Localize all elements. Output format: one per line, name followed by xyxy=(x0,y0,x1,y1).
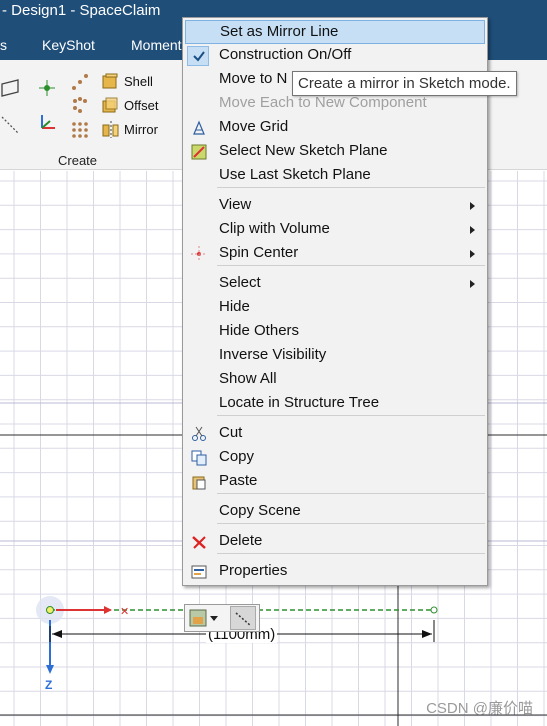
mini-toolbar xyxy=(184,604,260,632)
menu-item-label: View xyxy=(219,196,252,213)
context-menu: Set as Mirror Line Construction On/Off Mov… xyxy=(182,17,488,586)
menu-item-properties[interactable]: Properties xyxy=(185,560,485,584)
x-axis-mark: ✕ xyxy=(120,606,129,618)
menu-item-paste[interactable]: Paste xyxy=(185,470,485,494)
menu-item-clip-with-volume[interactable]: Clip with Volume xyxy=(185,218,485,242)
copy-icon xyxy=(191,450,207,466)
line-start-point[interactable] xyxy=(46,606,54,614)
menu-item-label: Move Grid xyxy=(219,118,289,135)
submenu-arrow-icon xyxy=(470,250,475,258)
menu-item-move-grid[interactable]: Move Grid xyxy=(185,116,485,140)
menu-item-inverse-visibility[interactable]: Inverse Visibility xyxy=(185,344,485,368)
menu-item-label: Hide xyxy=(219,298,250,315)
menu-item-label: Move to N xyxy=(219,70,288,87)
menu-item-copy[interactable]: Copy xyxy=(185,446,485,470)
menu-item-locate-in-structure-tree[interactable]: Locate in Structure Tree xyxy=(185,392,485,416)
menu-item-view[interactable]: View xyxy=(185,194,485,218)
spin-center-icon xyxy=(191,246,207,262)
z-axis-arrowhead xyxy=(46,665,54,674)
line-end-point[interactable] xyxy=(430,606,438,614)
menu-item-label: Delete xyxy=(219,532,263,549)
sketch-plane-mini-icon[interactable] xyxy=(189,609,207,627)
menu-item-label: Use Last Sketch Plane xyxy=(219,166,371,183)
menu-item-hide[interactable]: Hide xyxy=(185,296,485,320)
menu-item-copy-scene[interactable]: Copy Scene xyxy=(185,500,485,524)
menu-item-show-all[interactable]: Show All xyxy=(185,368,485,392)
x-axis-arrowhead xyxy=(104,606,112,614)
menu-item-label: Spin Center xyxy=(219,244,299,261)
menu-item-label: Properties xyxy=(219,562,288,579)
dimension-arrow-right xyxy=(422,630,432,638)
menu-item-hide-others[interactable]: Hide Others xyxy=(185,320,485,344)
menu-item-label: Hide Others xyxy=(219,322,300,339)
menu-item-select-new-sketch-plane[interactable]: Select New Sketch Plane xyxy=(185,140,485,164)
paste-icon xyxy=(192,476,206,490)
menu-item-label: Inverse Visibility xyxy=(219,346,327,363)
menu-item-set-as-mirror-line[interactable]: Set as Mirror Line xyxy=(185,20,485,44)
menu-item-label: Cut xyxy=(219,424,243,441)
line-style-toggle[interactable] xyxy=(230,606,256,630)
menu-item-delete[interactable]: Delete xyxy=(185,530,485,554)
scissors-icon xyxy=(192,426,206,441)
z-axis-label: Z xyxy=(45,678,53,692)
menu-item-label: Construction On/Off xyxy=(219,46,352,63)
submenu-arrow-icon xyxy=(470,226,475,234)
menu-item-construction-on-off[interactable]: Construction On/Off xyxy=(185,44,485,68)
submenu-arrow-icon xyxy=(470,280,475,288)
menu-item-cut[interactable]: Cut xyxy=(185,422,485,446)
watermark: CSDN @廉价喵 xyxy=(426,700,533,717)
menu-item-label: Set as Mirror Line xyxy=(220,23,339,40)
tooltip: Create a mirror in Sketch mode. xyxy=(292,71,517,96)
menu-item-label: Copy xyxy=(219,448,255,465)
dimension-arrow-left xyxy=(52,630,62,638)
properties-icon xyxy=(191,565,207,579)
menu-item-select[interactable]: Select xyxy=(185,272,485,296)
submenu-arrow-icon xyxy=(470,202,475,210)
menu-item-label: Paste xyxy=(219,472,258,489)
construction-line-icon xyxy=(235,612,252,627)
move-grid-icon xyxy=(193,120,205,135)
delete-x-icon xyxy=(192,536,206,549)
menu-item-label: Copy Scene xyxy=(219,502,301,519)
check-icon xyxy=(193,51,205,62)
menu-item-label: Select xyxy=(219,274,261,291)
menu-item-label: Clip with Volume xyxy=(219,220,330,237)
menu-item-label: Show All xyxy=(219,370,277,387)
menu-item-spin-center[interactable]: Spin Center xyxy=(185,242,485,266)
dropdown-arrow-icon[interactable] xyxy=(209,615,219,623)
sketch-plane-icon xyxy=(191,144,207,160)
menu-item-use-last-sketch-plane[interactable]: Use Last Sketch Plane xyxy=(185,164,485,188)
menu-item-label: Move Each to New Component xyxy=(219,94,427,111)
menu-item-label: Select New Sketch Plane xyxy=(219,142,388,159)
menu-item-label: Locate in Structure Tree xyxy=(219,394,380,411)
